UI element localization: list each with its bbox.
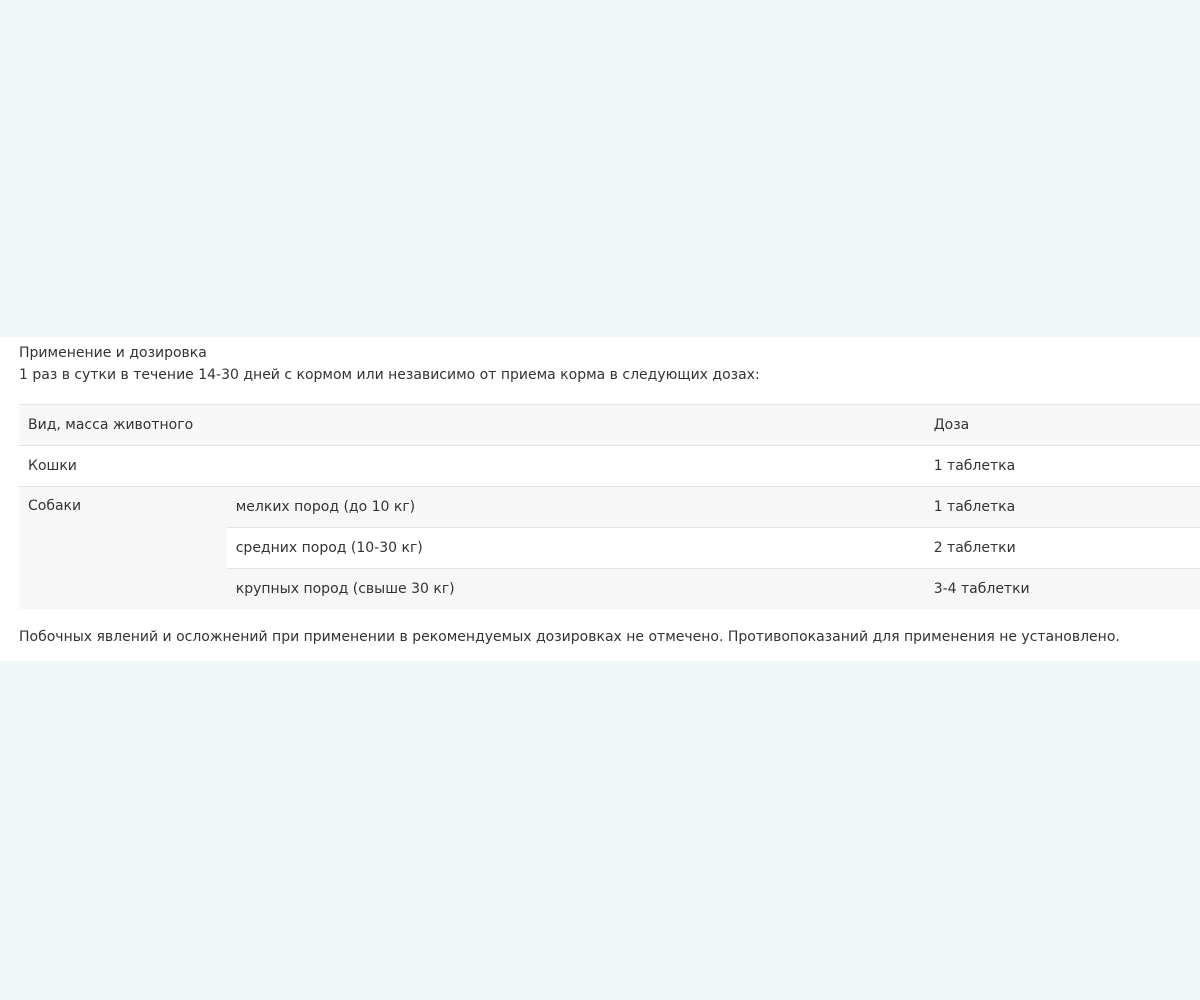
header-dose: Доза <box>924 404 1200 446</box>
row-dose: 1 таблетка <box>924 486 1200 528</box>
row-dose: 2 таблетки <box>924 527 1200 569</box>
section-description: 1 раз в сутки в течение 14-30 дней с кор… <box>19 367 760 383</box>
row-subtype: крупных пород (свыше 30 кг) <box>226 568 925 609</box>
section-title: Применение и дозировка <box>19 345 207 361</box>
row-species-dogs: Собаки <box>19 486 227 609</box>
table-row: Кошки 1 таблетка <box>19 445 1200 487</box>
dosage-intro: Применение и дозировка 1 раз в сутки в т… <box>19 342 760 386</box>
dosage-panel: Применение и дозировка 1 раз в сутки в т… <box>0 337 1200 661</box>
header-species: Вид, масса животного <box>19 404 925 446</box>
side-effects-note: Побочных явлений и осложнений при примен… <box>19 629 1120 645</box>
dosage-table: Вид, масса животного Доза Кошки 1 таблет… <box>19 404 1200 609</box>
row-dose: 1 таблетка <box>924 445 1200 487</box>
table-header-row: Вид, масса животного Доза <box>19 404 1200 446</box>
table-row: Собаки мелких пород (до 10 кг) 1 таблетк… <box>19 486 1200 609</box>
row-subtype: мелких пород (до 10 кг) <box>226 486 925 528</box>
row-species-cats: Кошки <box>19 445 925 487</box>
row-subtype: средних пород (10-30 кг) <box>226 527 925 569</box>
row-dose: 3-4 таблетки <box>924 568 1200 609</box>
